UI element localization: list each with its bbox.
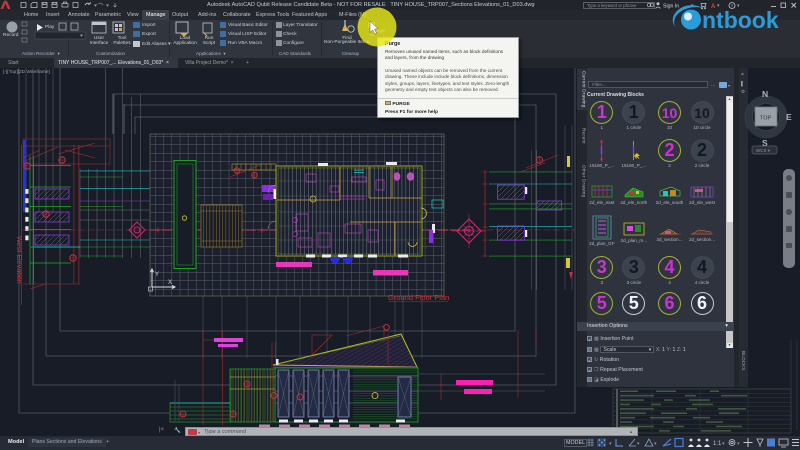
svg-text:N: N [762, 89, 768, 99]
svg-text:E: E [786, 112, 792, 122]
svg-text:1:1: 1:1 [713, 441, 722, 447]
svg-text:▾: ▾ [637, 441, 640, 447]
svg-text:Y: Y [155, 272, 159, 278]
svg-text:WCS ▾: WCS ▾ [756, 148, 771, 153]
svg-text:Ground Floor Plan: Ground Floor Plan [388, 293, 449, 302]
svg-text:ntbook: ntbook [702, 7, 779, 33]
svg-text:TOP: TOP [760, 116, 772, 122]
svg-text:▾: ▾ [722, 441, 725, 447]
svg-text:X: X [168, 280, 172, 286]
svg-text:▾: ▾ [737, 441, 740, 447]
svg-text:▾: ▾ [609, 441, 612, 447]
svg-text:▾: ▾ [654, 441, 657, 447]
svg-text:West Elevation: West Elevation [15, 236, 24, 284]
